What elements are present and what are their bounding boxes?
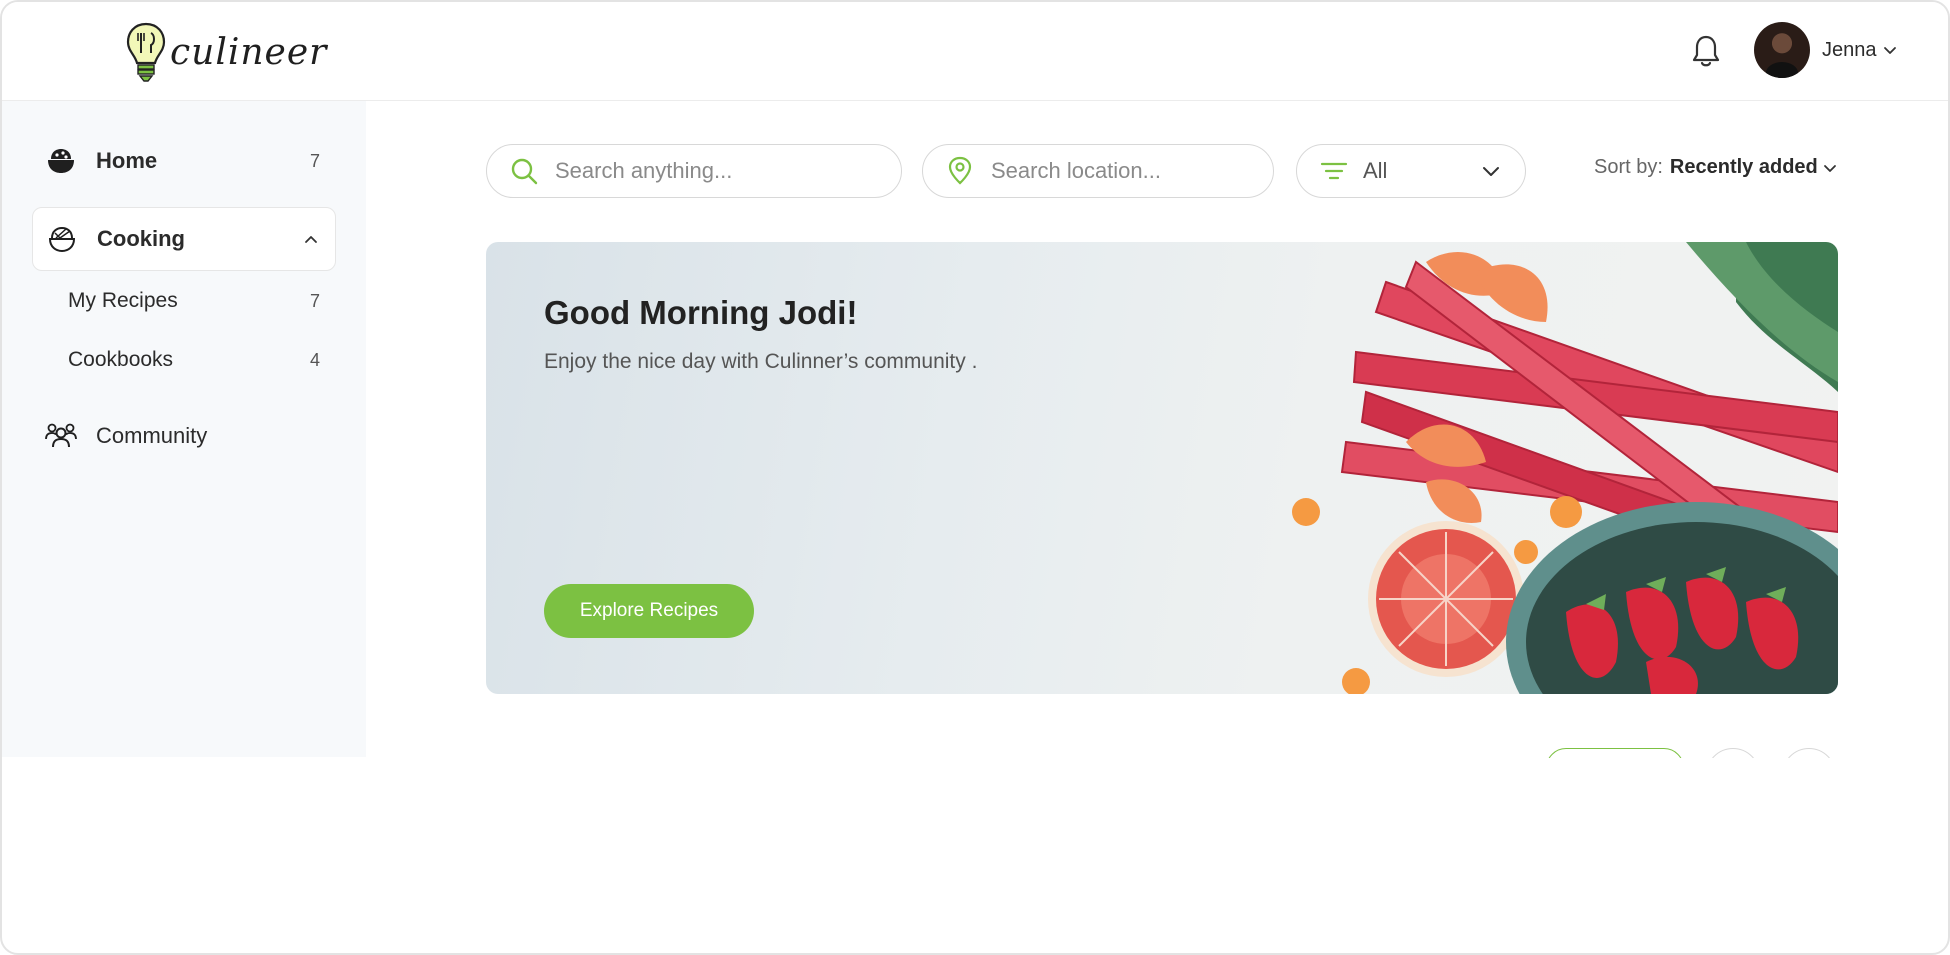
hero-subtitle: Enjoy the nice day with Culinner’s commu…: [544, 350, 978, 373]
sidebar-item-cookbooks[interactable]: Cookbooks 4: [68, 336, 336, 384]
chevron-down-icon: [1483, 167, 1499, 176]
sidebar-item-community[interactable]: Community: [32, 404, 336, 468]
sidebar: Home 7 Cooking My Recipes 7 Cookbooks 4: [2, 101, 366, 757]
food-photo: [1292, 242, 1838, 694]
bell-icon[interactable]: [1690, 34, 1722, 68]
app-window: culineer Jenna Home 7 Cooking My Recipes…: [0, 0, 1950, 955]
sort-value: Recently added: [1669, 156, 1818, 178]
sidebar-item-count: 7: [309, 290, 320, 311]
avatar: [1754, 22, 1810, 78]
search-input[interactable]: [553, 157, 901, 185]
location-field[interactable]: [922, 144, 1274, 198]
hero-banner: Good Morning Jodi! Enjoy the nice day wi…: [486, 242, 1838, 694]
filter-icon: [1320, 162, 1348, 180]
logo[interactable]: culineer: [126, 20, 327, 84]
sidebar-item-my-recipes[interactable]: My Recipes 7: [68, 277, 336, 325]
carousel-next-button[interactable]: [1782, 748, 1838, 758]
sidebar-item-label: Cooking: [97, 226, 185, 251]
sidebar-item-label: My Recipes: [68, 289, 178, 312]
location-input[interactable]: [989, 157, 1273, 185]
chevron-down-icon: [1823, 164, 1836, 172]
partial-pill-button[interactable]: [1546, 748, 1686, 758]
top-bar: culineer Jenna: [2, 2, 1948, 101]
sidebar-item-count: 7: [309, 150, 320, 171]
hero-title: Good Morning Jodi!: [544, 294, 858, 331]
sidebar-item-home[interactable]: Home 7: [32, 129, 336, 193]
lightbulb-logo-icon: [126, 22, 166, 82]
chevron-up-icon: [305, 236, 317, 243]
search-field[interactable]: [486, 144, 902, 198]
people-icon: [44, 419, 78, 453]
sidebar-item-label: Cookbooks: [68, 348, 174, 371]
filter-select[interactable]: All: [1296, 144, 1526, 198]
sidebar-item-label: Home: [96, 148, 158, 173]
sidebar-item-label: Community: [96, 423, 208, 448]
bowl-icon: [44, 144, 78, 178]
user-menu[interactable]: Jenna: [1754, 22, 1897, 78]
chevron-down-icon: [1883, 47, 1896, 54]
sidebar-item-cooking[interactable]: Cooking: [32, 207, 336, 271]
sidebar-item-count: 4: [309, 349, 320, 370]
explore-recipes-button[interactable]: Explore Recipes: [544, 584, 754, 638]
logo-text: culineer: [170, 31, 328, 73]
search-icon: [511, 158, 538, 185]
pot-icon: [45, 222, 79, 256]
sort-label: Sort by:: [1594, 156, 1663, 178]
user-name: Jenna: [1822, 38, 1877, 61]
location-pin-icon: [948, 156, 972, 185]
filter-value: All: [1363, 158, 1388, 183]
sort-dropdown[interactable]: Sort by: Recently added: [1594, 156, 1838, 179]
carousel-prev-button[interactable]: [1706, 748, 1762, 758]
